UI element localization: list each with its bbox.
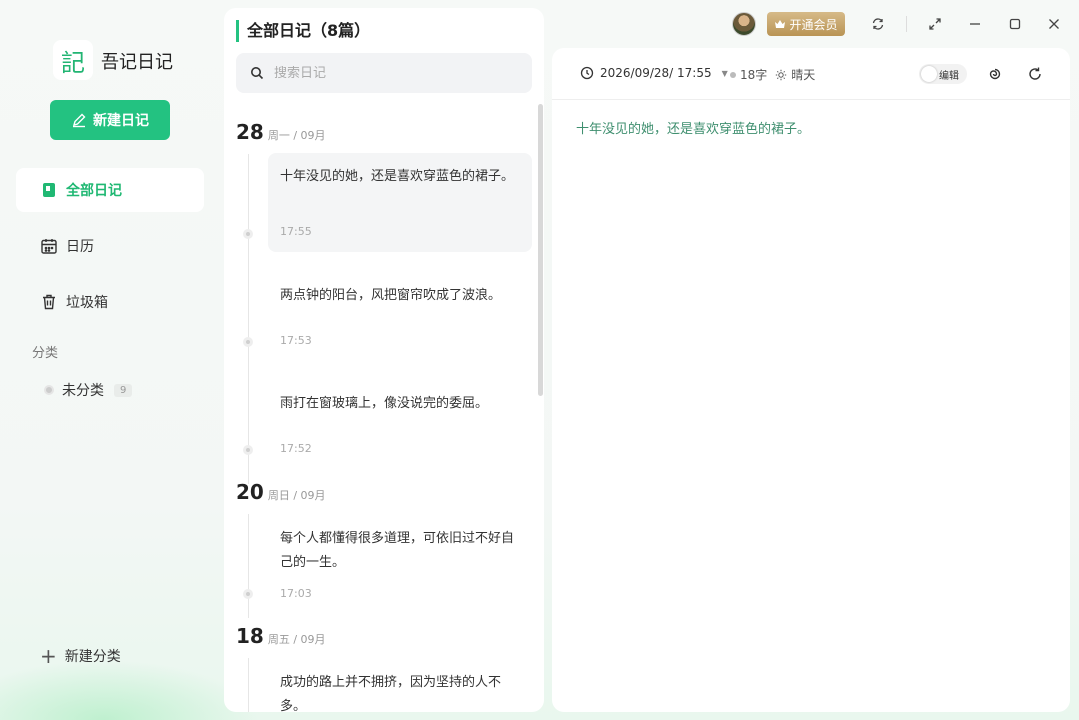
category-dot <box>44 385 54 395</box>
app-logo: 記 <box>53 40 93 80</box>
diary-entry[interactable]: 两点钟的阳台，风把窗帘吹成了波浪。 17:53 <box>268 272 532 362</box>
add-category-button[interactable]: + 新建分类 <box>40 646 121 666</box>
timeline-line <box>248 154 249 484</box>
pencil-icon <box>72 113 86 128</box>
maximize-button[interactable] <box>1005 14 1025 34</box>
entry-time: 17:03 <box>280 587 312 600</box>
category-label: 未分类 <box>62 383 104 399</box>
timeline-line <box>248 658 249 712</box>
minimize-icon <box>970 23 980 25</box>
refresh-icon[interactable] <box>1027 66 1043 82</box>
sidebar-item-label: 全部日记 <box>66 183 122 199</box>
date-day: 20 <box>236 480 264 504</box>
entry-datetime: 2026/09/28/ 17:55 <box>600 66 712 80</box>
entry-time: 17:52 <box>280 442 312 455</box>
sidebar-item-label: 垃圾箱 <box>66 295 108 311</box>
notebook-icon <box>43 183 55 197</box>
minimize-button[interactable] <box>965 14 985 34</box>
entry-text: 雨打在窗玻璃上，像没说完的委屈。 <box>280 396 489 411</box>
datetime-picker[interactable]: 2026/09/28/ 17:55 ▼ <box>580 66 728 80</box>
sync-icon <box>872 18 884 30</box>
entry-time: 17:53 <box>280 334 312 347</box>
entry-text: 十年没见的她，还是喜欢穿蓝色的裙子。 <box>280 169 515 184</box>
sidebar-item-trash[interactable]: 垃圾箱 <box>16 280 204 324</box>
date-meta: 周一 / 09月 <box>267 129 326 142</box>
close-button[interactable] <box>1044 14 1064 34</box>
toggle-knob <box>921 66 937 82</box>
search-box[interactable] <box>236 53 532 93</box>
diary-entry[interactable]: 雨打在窗玻璃上，像没说完的委屈。 17:52 <box>268 380 532 470</box>
date-meta: 周五 / 09月 <box>267 633 326 646</box>
timeline-dot <box>243 337 253 347</box>
entry-meta: 18字 晴天 <box>730 66 815 83</box>
vip-button[interactable]: 开通会员 <box>767 12 845 36</box>
date-group-header: 18 周五 / 09月 <box>236 624 326 648</box>
app-name: 吾记日记 <box>101 52 173 73</box>
timeline-dot <box>243 445 253 455</box>
sidebar-item-label: 日历 <box>66 239 94 255</box>
sun-icon[interactable] <box>775 69 787 81</box>
list-title: 全部日记（8篇） <box>236 20 370 42</box>
sidebar-item-calendar[interactable]: 日历 <box>16 224 204 268</box>
diary-entry[interactable]: 十年没见的她，还是喜欢穿蓝色的裙子。 17:55 <box>268 153 532 252</box>
diary-entry[interactable]: 成功的路上并不拥挤，因为坚持的人不多。 <box>268 659 532 712</box>
date-group-header: 28 周一 / 09月 <box>236 120 326 144</box>
word-count: 18字 <box>740 68 768 82</box>
add-category-label: 新建分类 <box>64 649 121 665</box>
entry-time: 17:55 <box>280 225 312 238</box>
new-diary-label: 新建日记 <box>93 113 149 129</box>
entry-text: 两点钟的阳台，风把窗帘吹成了波浪。 <box>280 288 502 303</box>
category-section-label: 分类 <box>32 346 59 361</box>
fullscreen-icon <box>929 18 941 30</box>
trash-icon <box>43 294 55 310</box>
list-scrollbar[interactable] <box>538 104 543 396</box>
close-icon <box>1049 19 1059 29</box>
plus-icon: + <box>40 644 57 668</box>
diary-entry[interactable]: 每个人都懂得很多道理，可依旧过不好自己的一生。 17:03 <box>268 515 532 611</box>
vip-label: 开通会员 <box>789 17 838 32</box>
editor-toolbar: 2026/09/28/ 17:55 ▼ 18字 晴天 编辑 <box>552 48 1070 100</box>
diary-list-panel: 全部日记（8篇） 28 周一 / 09月 十年没见的她，还是喜欢穿蓝色的裙子。 … <box>224 8 544 712</box>
search-icon <box>251 67 264 80</box>
date-meta: 周日 / 09月 <box>267 489 326 502</box>
timeline-dot <box>243 229 253 239</box>
date-group-header: 20 周日 / 09月 <box>236 480 326 504</box>
editor-content[interactable]: 十年没见的她，还是喜欢穿蓝色的裙子。 <box>576 120 810 140</box>
timeline-dot <box>243 589 253 599</box>
search-input[interactable] <box>274 65 504 81</box>
sync-button[interactable] <box>868 14 888 34</box>
date-day: 28 <box>236 120 264 144</box>
weather-label[interactable]: 晴天 <box>791 66 815 83</box>
category-count-badge: 9 <box>114 383 133 397</box>
fullscreen-button[interactable] <box>925 14 945 34</box>
new-diary-button[interactable]: 新建日记 <box>50 100 170 140</box>
date-day: 18 <box>236 624 264 648</box>
timeline-line <box>248 514 249 618</box>
calendar-icon <box>41 239 57 254</box>
maximize-icon <box>1009 18 1021 30</box>
sidebar: 記 吾记日记 新建日记 全部日记 日历 垃圾箱 分类 未分类 9 + 新建分类 <box>0 0 222 720</box>
clock-icon <box>580 66 594 80</box>
entry-text: 每个人都懂得很多道理，可依旧过不好自己的一生。 <box>280 531 515 570</box>
swirl-icon[interactable] <box>987 66 1003 82</box>
dot-icon <box>730 71 736 78</box>
crown-icon <box>775 20 786 28</box>
edit-toggle-label: 编辑 <box>939 70 959 82</box>
editor-panel: 2026/09/28/ 17:55 ▼ 18字 晴天 编辑 十年没见的她，还是喜… <box>552 48 1070 712</box>
category-item-uncategorized[interactable]: 未分类 9 <box>44 380 133 400</box>
window-divider <box>906 16 907 32</box>
chevron-down-icon: ▼ <box>721 68 728 78</box>
edit-mode-toggle[interactable]: 编辑 <box>919 64 967 84</box>
user-avatar[interactable] <box>732 12 756 36</box>
sidebar-item-all-diaries[interactable]: 全部日记 <box>16 168 204 212</box>
entry-text: 成功的路上并不拥挤，因为坚持的人不多。 <box>280 675 502 712</box>
